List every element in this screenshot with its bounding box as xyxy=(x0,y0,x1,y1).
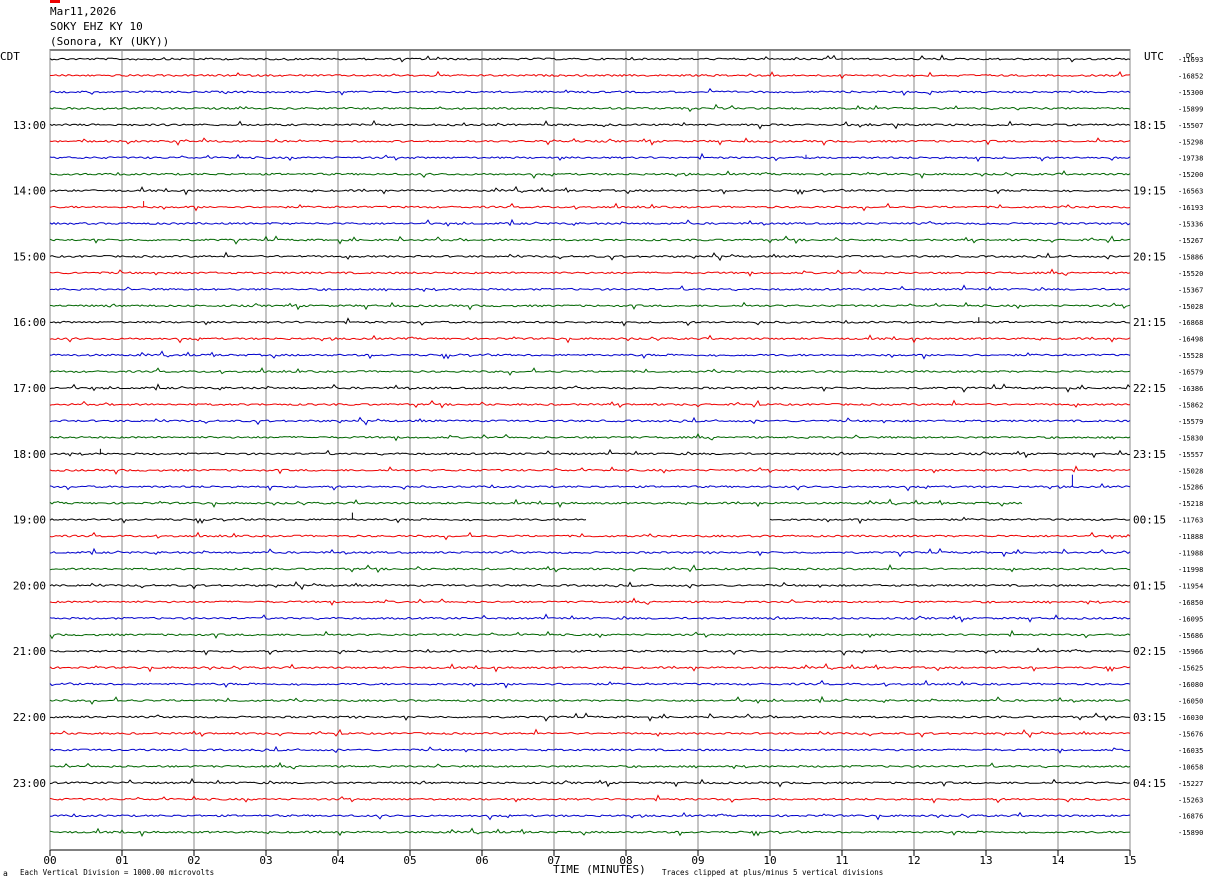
dc-offset-label: -15686 xyxy=(1178,632,1203,640)
x-tick-label-10: 10 xyxy=(763,854,776,867)
left-hour-label: 17:00 xyxy=(13,382,46,395)
corner-mark: a xyxy=(3,869,8,878)
dc-offset-label: -15557 xyxy=(1178,451,1203,459)
dc-offset-label: -15336 xyxy=(1178,221,1203,229)
left-hour-label: 23:00 xyxy=(13,777,46,790)
dc-offset-label: -11888 xyxy=(1178,533,1203,541)
dc-offset-label: -16193 xyxy=(1178,204,1203,212)
dc-offset-label: -11998 xyxy=(1178,566,1203,574)
x-tick-label-11: 11 xyxy=(835,854,848,867)
dc-offset-label: -16050 xyxy=(1178,698,1203,706)
dc-offset-label: -15899 xyxy=(1178,105,1203,113)
x-tick-label-02: 02 xyxy=(187,854,200,867)
scale-note: Each Vertical Division = 1000.00 microvo… xyxy=(20,868,214,877)
x-tick-label-06: 06 xyxy=(475,854,488,867)
dc-offset-label: -16868 xyxy=(1178,319,1203,327)
dc-offset-label: -16850 xyxy=(1178,599,1203,607)
dc-offset-label: -16030 xyxy=(1178,714,1203,722)
dc-offset-label: -15286 xyxy=(1178,484,1203,492)
dc-offset-label: -16498 xyxy=(1178,336,1203,344)
dc-offset-label: -15528 xyxy=(1178,352,1203,360)
right-hour-label: 23:15 xyxy=(1133,448,1166,461)
left-hour-label: 15:00 xyxy=(13,250,46,263)
right-hour-label: 01:15 xyxy=(1133,579,1166,592)
right-timezone-label: UTC xyxy=(1144,50,1164,63)
dc-offset-label: -15966 xyxy=(1178,648,1203,656)
right-hour-label: 18:15 xyxy=(1133,119,1166,132)
x-tick-label-14: 14 xyxy=(1051,854,1065,867)
dc-offset-label: -16095 xyxy=(1178,615,1203,623)
left-hour-label: 21:00 xyxy=(13,645,46,658)
right-hour-label: 22:15 xyxy=(1133,382,1166,395)
x-axis-title: TIME (MINUTES) xyxy=(553,863,646,876)
dc-offset-label: -16852 xyxy=(1178,72,1203,80)
dc-offset-label: -15830 xyxy=(1178,434,1203,442)
dc-offset-label: -15676 xyxy=(1178,730,1203,738)
left-hour-label: 13:00 xyxy=(13,119,46,132)
dc-offset-label: -16579 xyxy=(1178,369,1203,377)
dc-offset-label: -15862 xyxy=(1178,401,1203,409)
x-tick-label-15: 15 xyxy=(1123,854,1136,867)
dc-offset-label: -15200 xyxy=(1178,171,1203,179)
dc-offset-label: -16080 xyxy=(1178,681,1203,689)
x-tick-label-12: 12 xyxy=(907,854,920,867)
dc-offset-label: -15890 xyxy=(1178,829,1203,837)
dc-offset-label: -15218 xyxy=(1178,500,1203,508)
x-tick-label-03: 03 xyxy=(259,854,272,867)
x-tick-label-05: 05 xyxy=(403,854,416,867)
left-hour-label: 18:00 xyxy=(13,448,46,461)
header-red-mark xyxy=(50,0,60,3)
dc-offset-label: -15507 xyxy=(1178,122,1203,130)
dc-offset-label: -15028 xyxy=(1178,303,1203,311)
x-tick-label-01: 01 xyxy=(115,854,128,867)
dc-offset-label: -15300 xyxy=(1178,89,1203,97)
right-hour-label: 03:15 xyxy=(1133,711,1166,724)
header-date: Mar11,2026 xyxy=(50,5,116,18)
right-hour-label: 20:15 xyxy=(1133,250,1166,263)
left-hour-label: 16:00 xyxy=(13,316,46,329)
header-location: (Sonora, KY (UKY)) xyxy=(50,35,169,48)
chart-background xyxy=(0,0,1210,886)
dc-offset-label: -15520 xyxy=(1178,270,1203,278)
dc-offset-label: -11988 xyxy=(1178,550,1203,558)
right-hour-label: 02:15 xyxy=(1133,645,1166,658)
dc-offset-label: -15367 xyxy=(1178,286,1203,294)
x-tick-label-00: 00 xyxy=(43,854,56,867)
left-hour-label: 22:00 xyxy=(13,711,46,724)
dc-offset-label: -11954 xyxy=(1178,582,1203,590)
dc-offset-label: -11763 xyxy=(1178,517,1203,525)
x-tick-label-04: 04 xyxy=(331,854,345,867)
dc-offset-label: -15625 xyxy=(1178,665,1203,673)
seismogram-chart: Mar11,2026 SOKY EHZ KY 10 (Sonora, KY (U… xyxy=(0,0,1210,886)
left-timezone-label: CDT xyxy=(0,50,20,63)
dc-offset-label: -16386 xyxy=(1178,385,1203,393)
dc-offset-label: -16563 xyxy=(1178,188,1203,196)
dc-offset-label: -15886 xyxy=(1178,253,1203,261)
left-hour-label: 14:00 xyxy=(13,185,46,198)
dc-offset-label: -15579 xyxy=(1178,418,1203,426)
left-hour-label: 20:00 xyxy=(13,579,46,592)
dc-offset-label: -10658 xyxy=(1178,763,1203,771)
header-station: SOKY EHZ KY 10 xyxy=(50,20,143,33)
dc-offset-label: -15298 xyxy=(1178,138,1203,146)
dc-offset-label: -15028 xyxy=(1178,467,1203,475)
dc-offset-label: -16876 xyxy=(1178,813,1203,821)
dc-offset-label: -15267 xyxy=(1178,237,1203,245)
right-hour-label: 04:15 xyxy=(1133,777,1166,790)
left-hour-label: 19:00 xyxy=(13,514,46,527)
x-tick-label-09: 09 xyxy=(691,854,704,867)
dc-offset-label: -16035 xyxy=(1178,747,1203,755)
dc-offset-label: -15227 xyxy=(1178,780,1203,788)
right-hour-label: 19:15 xyxy=(1133,185,1166,198)
dc-offset-label: -15263 xyxy=(1178,796,1203,804)
right-hour-label: 00:15 xyxy=(1133,514,1166,527)
x-tick-label-13: 13 xyxy=(979,854,992,867)
clip-note: Traces clipped at plus/minus 5 vertical … xyxy=(662,868,883,877)
dc-offset-label: -19738 xyxy=(1178,155,1203,163)
right-hour-label: 21:15 xyxy=(1133,316,1166,329)
dc-offset-label: -11693 xyxy=(1178,56,1203,64)
